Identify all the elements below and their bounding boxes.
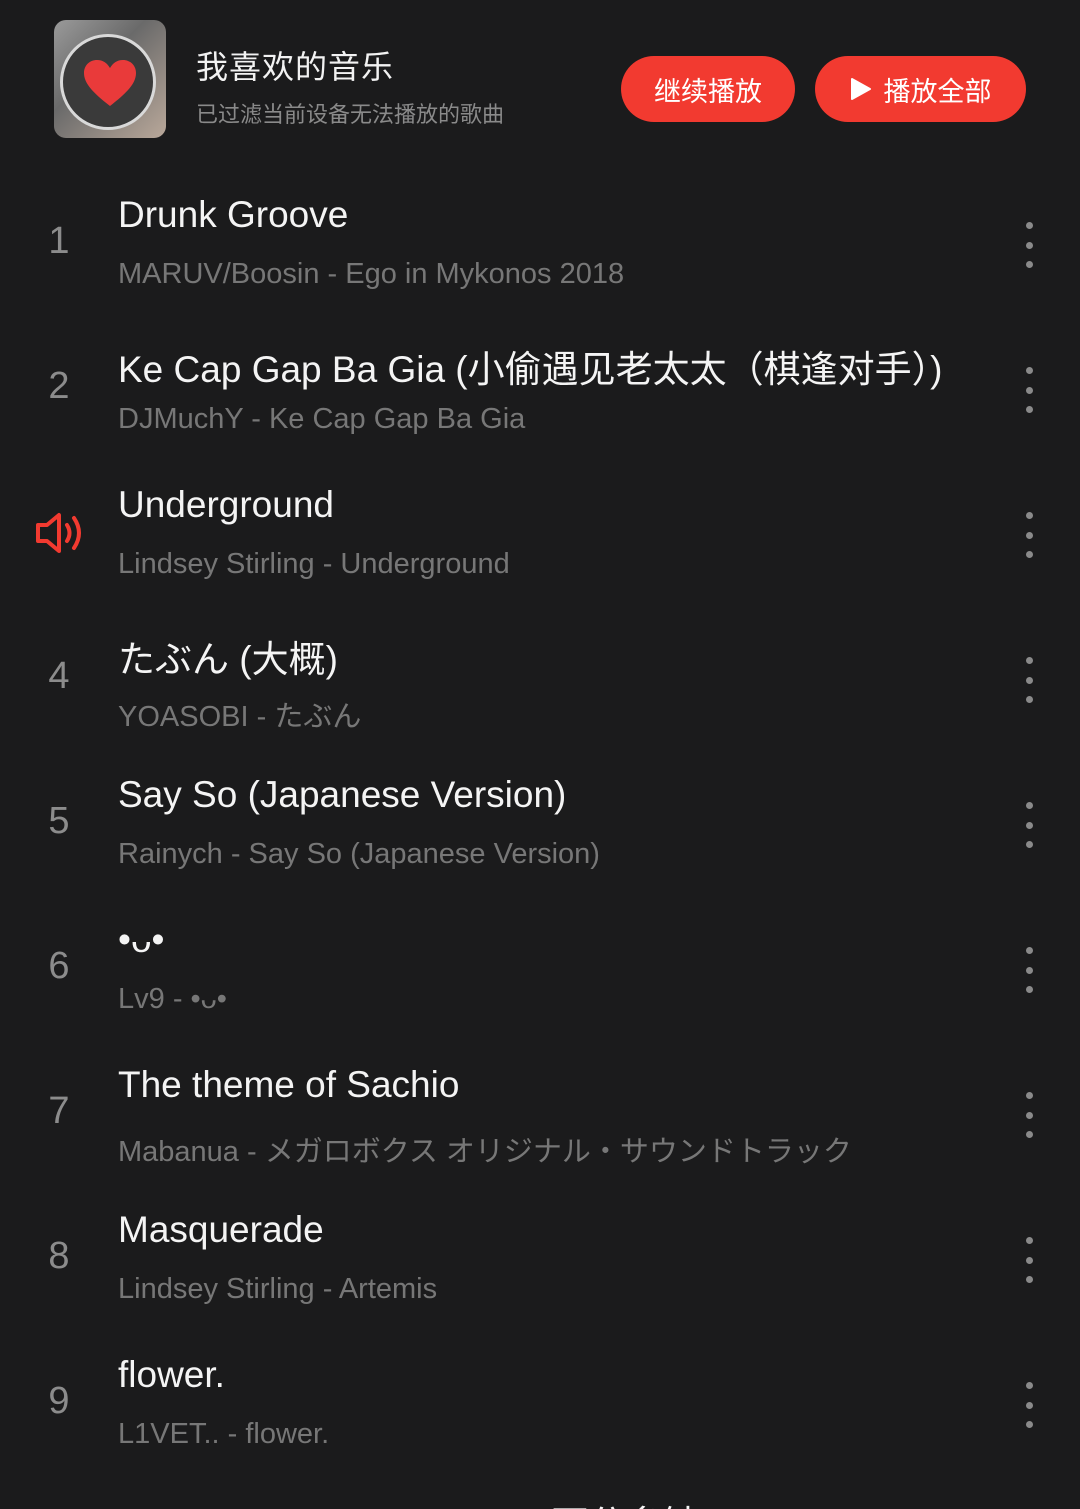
song-artist-album: Lv9 - •ᴗ• (118, 983, 227, 1015)
more-options-dot (1025, 1421, 1033, 1428)
play-all-button[interactable]: 播放全部 (815, 56, 1026, 122)
playlist-filter-note: 已过滤当前设备无法播放的歌曲 (196, 103, 505, 128)
song-artist-album: DJMuchY - Ke Cap Gap Ba Gia (118, 403, 526, 435)
song-row[interactable]: 9 flower. L1VET.. - flower. (0, 1342, 1080, 1487)
playlist-cover[interactable] (54, 20, 166, 138)
more-options-dot (1025, 1382, 1033, 1389)
song-index: 9 (48, 1380, 70, 1422)
song-index: 6 (48, 945, 70, 987)
song-index: 4 (48, 655, 70, 697)
more-options-dot (1025, 821, 1033, 829)
more-options-dot (1025, 657, 1033, 664)
playlist-screen: 我喜欢的音乐 已过滤当前设备无法播放的歌曲 继续播放 播放全部 1 Drunk G… (0, 0, 1080, 1509)
more-options-dot (1025, 406, 1033, 413)
play-icon (850, 78, 871, 100)
more-options-icon[interactable] (1014, 222, 1044, 268)
playlist-header: 我喜欢的音乐 已过滤当前设备无法播放的歌曲 继续播放 播放全部 (0, 0, 1080, 160)
song-artist-album: Lindsey Stirling - Underground (118, 548, 510, 580)
song-row[interactable]: 8 Masquerade Lindsey Stirling - Artemis (0, 1197, 1080, 1342)
more-options-dot (1025, 676, 1033, 684)
song-row[interactable]: 2 Ke Cap Gap Ba Gia (小偷遇见老太太（棋逢对手）) DJMuch… (0, 327, 1080, 472)
song-title: Drunk Groove (118, 194, 349, 235)
more-options-dot (1025, 222, 1033, 229)
song-index: 2 (48, 365, 70, 407)
more-options-dot (1025, 1111, 1033, 1119)
more-options-dot (1025, 1276, 1033, 1283)
song-artist-album: MARUV/Boosin - Ego in Mykonos 2018 (118, 258, 625, 290)
song-title: The theme of Sachio (118, 1064, 460, 1105)
song-index: 8 (48, 1235, 70, 1277)
song-row[interactable]: 5 Say So (Japanese Version) Rainych - Say … (0, 762, 1080, 907)
more-options-dot (1025, 1237, 1033, 1244)
song-title: Underground (118, 484, 334, 525)
more-options-dot (1025, 986, 1033, 993)
now-playing-speaker-icon (36, 513, 81, 553)
more-options-dot (1025, 1092, 1033, 1099)
song-title: たぶん (大概) (118, 639, 338, 680)
more-options-dot (1025, 551, 1033, 558)
more-options-dot (1025, 1401, 1033, 1409)
more-options-icon[interactable] (1014, 367, 1044, 413)
more-options-dot (1025, 966, 1033, 974)
song-title: Masquerade (118, 1209, 324, 1250)
song-artist-album: Mabanua - メガロボクス オリジナル・サウンドトラック (118, 1136, 852, 1168)
continue-play-label: 继续播放 (654, 76, 762, 108)
more-options-icon[interactable] (1014, 1237, 1044, 1283)
more-options-dot (1025, 802, 1033, 809)
song-row[interactable]: 6 •ᴗ• Lv9 - •ᴗ• (0, 907, 1080, 1052)
more-options-icon[interactable] (1014, 657, 1044, 703)
song-row[interactable]: 1 Drunk Groove MARUV/Boosin - Ego in Mykon… (0, 182, 1080, 327)
song-title: Ke Cap Gap Ba Gia (小偷遇见老太太（棋逢对手）) (118, 349, 943, 390)
more-options-icon[interactable] (1014, 1382, 1044, 1428)
more-options-dot (1025, 261, 1033, 268)
song-index: 5 (48, 800, 70, 842)
more-options-dot (1025, 367, 1033, 374)
song-artist-album: L1VET.. - flower. (118, 1418, 330, 1450)
more-options-dot (1025, 947, 1033, 954)
playlist-title: 我喜欢的音乐 (196, 48, 395, 86)
more-options-dot (1025, 1256, 1033, 1264)
more-options-icon[interactable] (1014, 1092, 1044, 1138)
song-index: 1 (48, 220, 70, 262)
more-options-dot (1025, 241, 1033, 249)
song-artist-album: Lindsey Stirling - Artemis (118, 1273, 438, 1305)
song-row[interactable]: Underground Lindsey Stirling - Undergroun… (0, 472, 1080, 617)
play-all-label: 播放全部 (883, 76, 992, 108)
song-artist-album: Rainych - Say So (Japanese Version) (118, 838, 600, 870)
song-index: 7 (48, 1090, 70, 1132)
song-row[interactable]: 4 たぶん (大概) YOASOBI - たぶん (0, 617, 1080, 762)
more-options-dot (1025, 512, 1033, 519)
heart-icon (84, 60, 136, 106)
continue-play-button[interactable]: 继续播放 (621, 56, 795, 122)
more-options-icon[interactable] (1014, 802, 1044, 848)
partial-song-title: 2 Phút Hơn (KAIZ Remix)(两分多钟) (118, 1494, 712, 1509)
more-options-dot (1025, 386, 1033, 394)
more-options-dot (1025, 696, 1033, 703)
more-options-icon[interactable] (1014, 947, 1044, 993)
song-title: flower. (118, 1354, 225, 1395)
song-artist-album: YOASOBI - たぶん (118, 701, 362, 733)
song-title: Say So (Japanese Version) (118, 774, 567, 815)
song-title: •ᴗ• (118, 919, 165, 960)
more-options-icon[interactable] (1014, 512, 1044, 558)
more-options-dot (1025, 841, 1033, 848)
more-options-dot (1025, 1131, 1033, 1138)
more-options-dot (1025, 531, 1033, 539)
song-row[interactable]: 7 The theme of Sachio Mabanua - メガロボクス オリジ… (0, 1052, 1080, 1197)
